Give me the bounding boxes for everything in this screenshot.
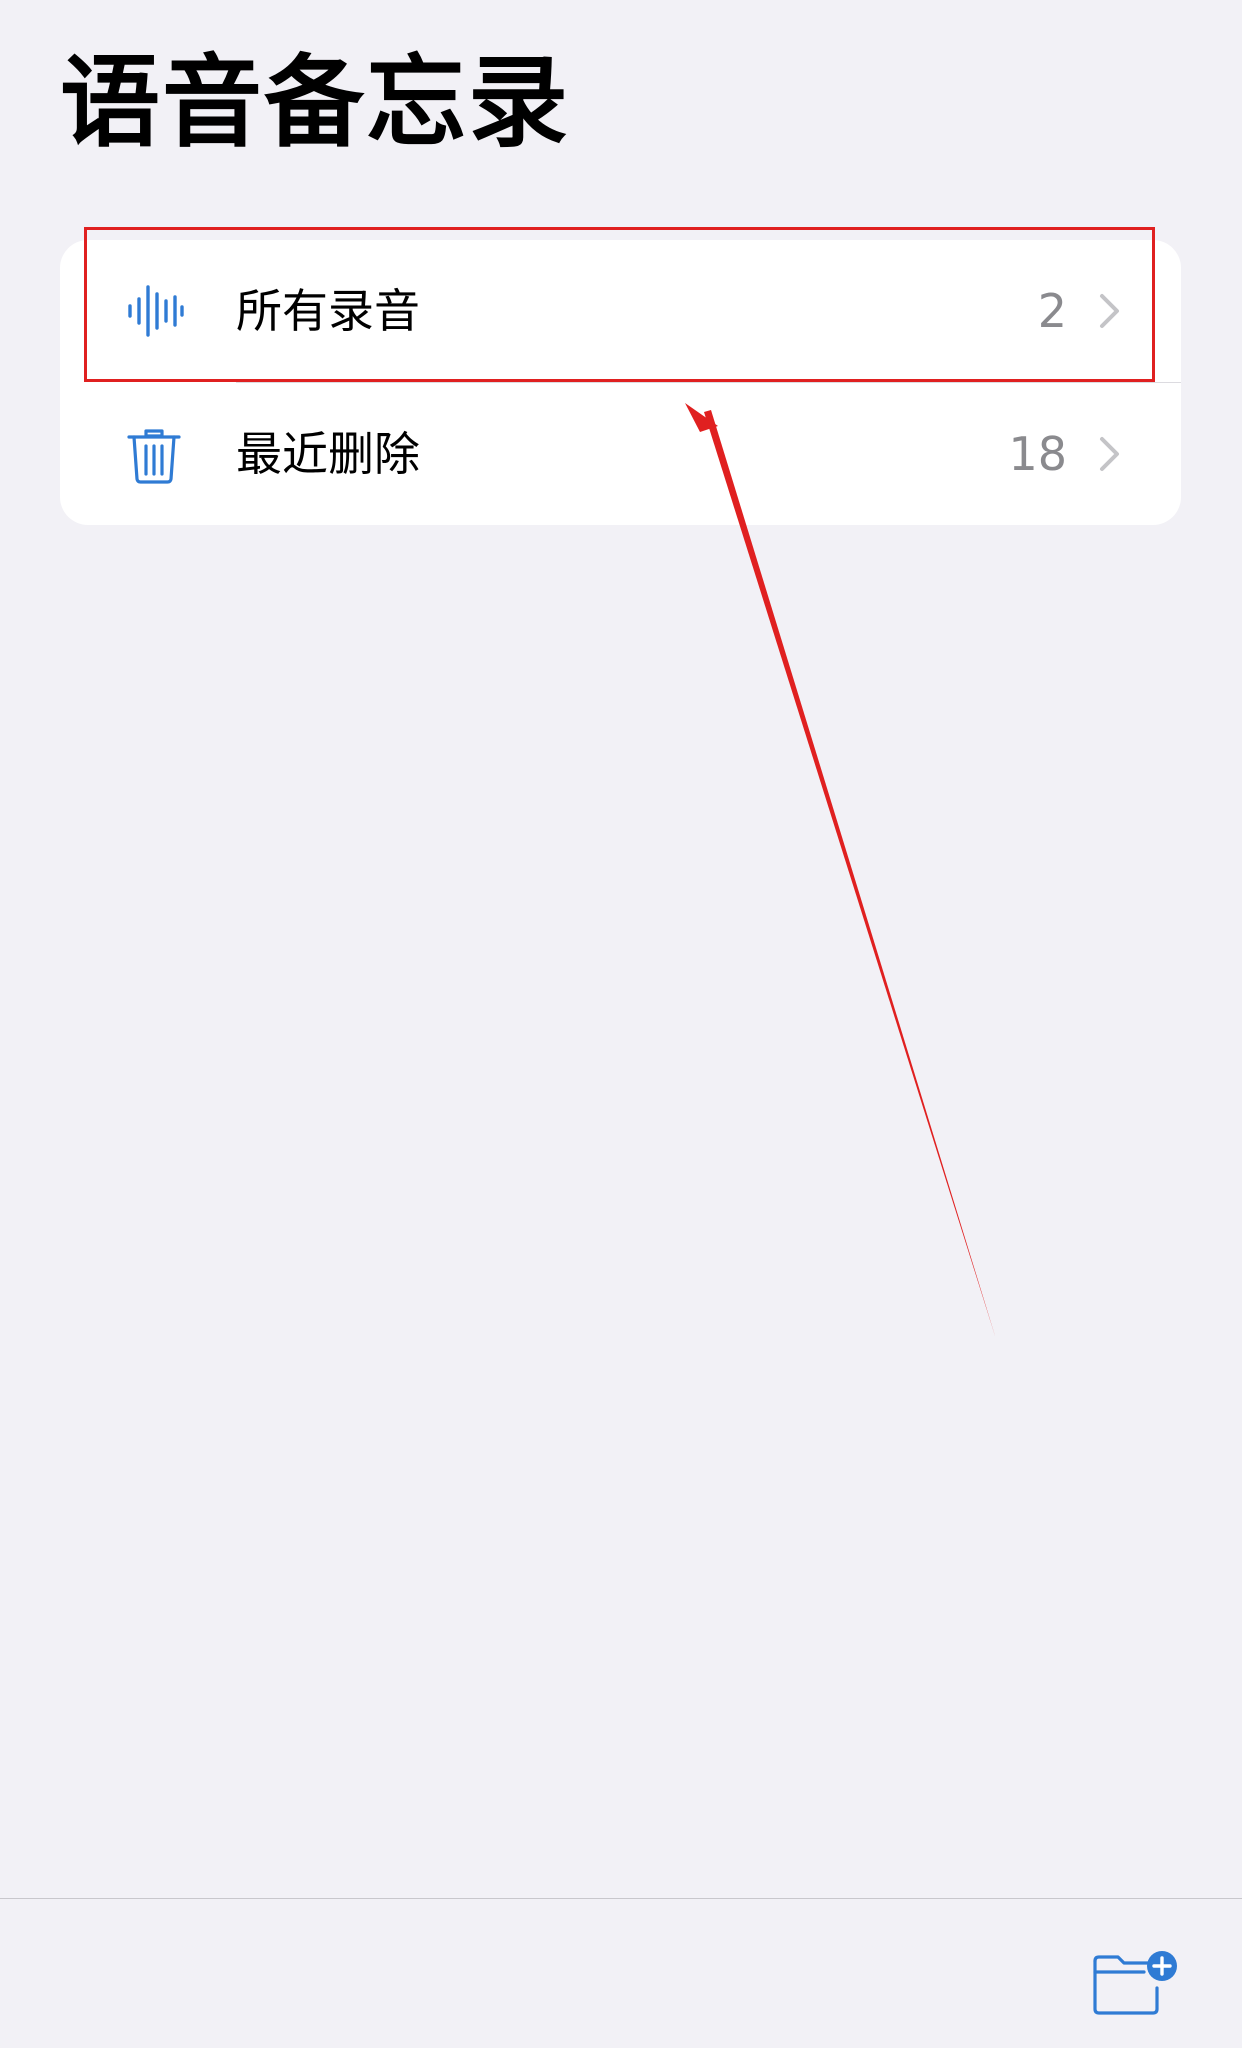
folder-list: 所有录音 2 最近删除 18 — [60, 240, 1181, 525]
page-title: 语音备忘录 — [60, 44, 570, 161]
chevron-right-icon — [1100, 294, 1119, 328]
list-item-label: 最近删除 — [236, 427, 420, 481]
bottom-toolbar — [0, 1898, 1242, 2048]
chevron-right-icon — [1100, 437, 1119, 471]
list-item-all-recordings[interactable]: 所有录音 2 — [60, 240, 1181, 383]
list-item-label: 所有录音 — [236, 284, 420, 338]
trash-icon — [127, 429, 181, 484]
list-item-recently-deleted[interactable]: 最近删除 18 — [60, 383, 1181, 525]
list-item-count: 2 — [1037, 284, 1067, 338]
new-folder-icon[interactable] — [1090, 1948, 1180, 2016]
waveform-icon — [128, 285, 184, 337]
list-item-count: 18 — [1008, 427, 1067, 481]
